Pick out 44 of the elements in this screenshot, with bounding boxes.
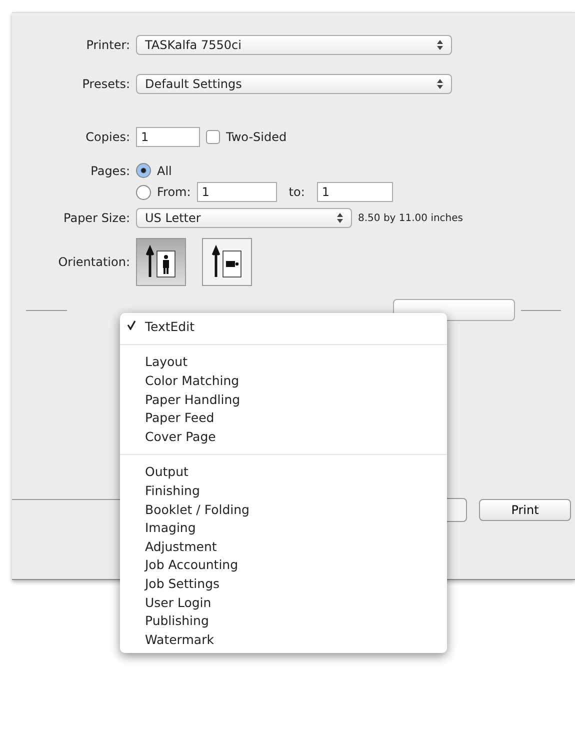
menu-item[interactable]: Job Accounting bbox=[120, 556, 447, 574]
radio-button[interactable] bbox=[136, 163, 151, 178]
to-label: to: bbox=[288, 185, 305, 199]
menu-item[interactable]: Color Matching bbox=[120, 371, 447, 390]
radio-button[interactable] bbox=[136, 184, 151, 200]
to-page-field[interactable]: 1 bbox=[316, 182, 393, 202]
menu-item[interactable]: Finishing bbox=[120, 481, 447, 500]
field-label: Orientation: bbox=[57, 255, 130, 269]
presets-popup[interactable]: Default Settings bbox=[136, 74, 452, 94]
stepper-arrows-icon bbox=[437, 79, 443, 89]
portrait-page-icon bbox=[144, 245, 178, 279]
menu-item[interactable]: Paper Feed bbox=[120, 408, 447, 427]
checkbox-label: Two-Sided bbox=[226, 130, 287, 144]
print-button[interactable]: Print bbox=[479, 499, 571, 521]
menu-item[interactable]: Layout bbox=[120, 352, 447, 372]
landscape-page-icon bbox=[210, 245, 244, 279]
field-label: Paper Size: bbox=[62, 211, 130, 225]
radio-label: From: bbox=[157, 185, 191, 199]
orientation-button[interactable] bbox=[136, 238, 186, 286]
printer-popup[interactable]: TASKalfa 7550ci bbox=[136, 35, 452, 55]
paper-dimensions: 8.50 by 11.00 inches bbox=[358, 212, 464, 224]
field-label: Copies: bbox=[84, 130, 130, 144]
menu-item[interactable]: Imaging bbox=[120, 518, 447, 537]
from-page-field[interactable]: 1 bbox=[196, 182, 277, 202]
two-sided-checkbox[interactable] bbox=[206, 130, 220, 144]
menu-item[interactable]: User Login bbox=[120, 592, 447, 612]
copies-field[interactable]: 1 bbox=[136, 127, 200, 147]
field-label: Printer: bbox=[85, 38, 130, 52]
orientation-button[interactable] bbox=[202, 238, 252, 286]
menu-item[interactable]: Output bbox=[120, 462, 447, 482]
menu-item[interactable]: Watermark bbox=[120, 630, 447, 648]
menu-item[interactable]: Cover Page bbox=[120, 426, 447, 446]
menu-item[interactable]: Job Settings bbox=[120, 574, 447, 593]
radio-label: All bbox=[157, 164, 172, 178]
menu-item[interactable]: TextEdit bbox=[120, 317, 447, 336]
field-label: Pages: bbox=[90, 164, 130, 178]
paper-size-popup[interactable]: US Letter bbox=[136, 208, 352, 228]
menu-item[interactable]: Adjustment bbox=[120, 536, 447, 556]
stepper-arrows-icon bbox=[437, 40, 443, 50]
field-label: Presets: bbox=[81, 77, 130, 91]
menu-item[interactable]: Paper Handling bbox=[120, 390, 447, 408]
menu-item[interactable]: Publishing bbox=[120, 611, 447, 630]
stepper-arrows-icon bbox=[337, 213, 343, 223]
menu-item[interactable]: Booklet / Folding bbox=[120, 500, 447, 518]
